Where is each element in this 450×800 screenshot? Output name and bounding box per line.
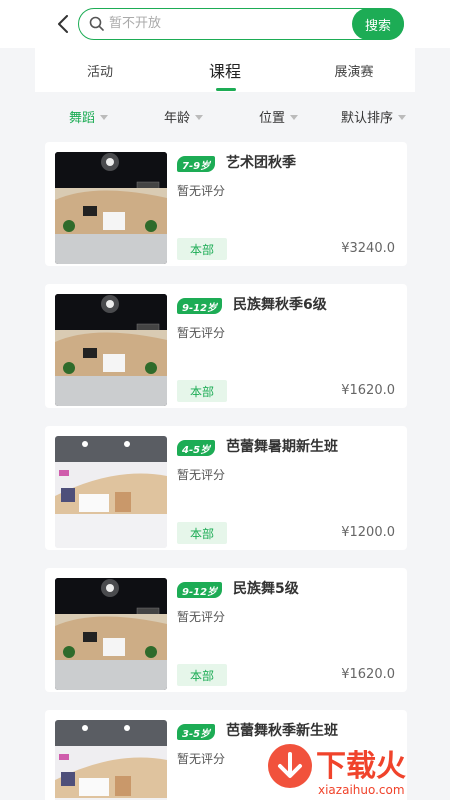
course-price: ¥1620.0	[341, 383, 395, 398]
course-card[interactable]: 9-12岁 民族舞5级 暂无评分 本部 ¥1620.0	[45, 568, 407, 692]
course-title: 芭蕾舞秋季新生班	[226, 723, 338, 739]
search-icon	[89, 16, 104, 31]
filter-label: 年龄	[164, 110, 191, 126]
filter-location[interactable]: 位置	[259, 92, 299, 140]
active-tab-indicator	[216, 88, 236, 91]
top-bar: 搜索	[0, 0, 450, 48]
course-rating: 暂无评分	[177, 752, 226, 766]
age-badge: 9-12岁	[177, 582, 223, 598]
age-badge: 4-5岁	[177, 440, 216, 456]
watermark-domain: xiazaihuo.com	[318, 783, 405, 797]
caret-down-icon	[195, 114, 204, 120]
watermark-logo: 下载火 xiazaihuo.com	[262, 738, 450, 800]
course-image	[55, 294, 167, 406]
course-title: 民族舞5级	[233, 581, 299, 597]
tab-courses[interactable]: 课程	[190, 48, 260, 92]
filter-bar: 舞蹈 年龄 位置 默认排序	[35, 92, 415, 140]
filter-label: 默认排序	[341, 110, 394, 126]
course-card[interactable]: 4-5岁 芭蕾舞暑期新生班 暂无评分 本部 ¥1200.0	[45, 426, 407, 550]
chevron-left-icon	[58, 15, 68, 33]
course-image	[55, 578, 167, 690]
branch-tag: 本部	[177, 522, 227, 544]
course-title: 民族舞秋季6级	[233, 297, 327, 313]
caret-down-icon	[290, 114, 299, 120]
branch-tag: 本部	[177, 380, 227, 402]
course-rating: 暂无评分	[177, 610, 226, 624]
age-badge: 7-9岁	[177, 156, 216, 172]
filter-age[interactable]: 年龄	[164, 92, 204, 140]
filter-label: 舞蹈	[69, 110, 96, 126]
filter-sort[interactable]: 默认排序	[341, 92, 407, 140]
course-rating: 暂无评分	[177, 468, 226, 482]
course-price: ¥1200.0	[341, 525, 395, 540]
back-button[interactable]	[52, 12, 74, 36]
course-rating: 暂无评分	[177, 184, 226, 198]
caret-down-icon	[100, 114, 109, 120]
watermark-brand: 下载火	[316, 749, 406, 784]
category-tabs: 活动 课程 展演赛	[35, 48, 415, 92]
course-card[interactable]: 9-12岁 民族舞秋季6级 暂无评分 本部 ¥1620.0	[45, 284, 407, 408]
course-title: 芭蕾舞暑期新生班	[226, 439, 338, 455]
tab-performances[interactable]: 展演赛	[315, 48, 393, 92]
age-badge: 9-12岁	[177, 298, 223, 314]
caret-down-icon	[398, 114, 407, 120]
filter-dance[interactable]: 舞蹈	[69, 92, 109, 140]
course-price: ¥1620.0	[341, 667, 395, 682]
course-title: 艺术团秋季	[226, 155, 296, 171]
search-button[interactable]: 搜索	[352, 8, 404, 40]
course-price: ¥3240.0	[341, 241, 395, 256]
search-box: 搜索	[78, 8, 404, 40]
tab-activities[interactable]: 活动	[65, 48, 135, 92]
search-input[interactable]	[109, 9, 339, 38]
course-image	[55, 720, 167, 800]
filter-label: 位置	[259, 110, 286, 126]
branch-tag: 本部	[177, 664, 227, 686]
age-badge: 3-5岁	[177, 724, 216, 740]
branch-tag: 本部	[177, 238, 227, 260]
course-card[interactable]: 7-9岁 艺术团秋季 暂无评分 本部 ¥3240.0	[45, 142, 407, 266]
course-image	[55, 436, 167, 548]
course-image	[55, 152, 167, 264]
course-rating: 暂无评分	[177, 326, 226, 340]
